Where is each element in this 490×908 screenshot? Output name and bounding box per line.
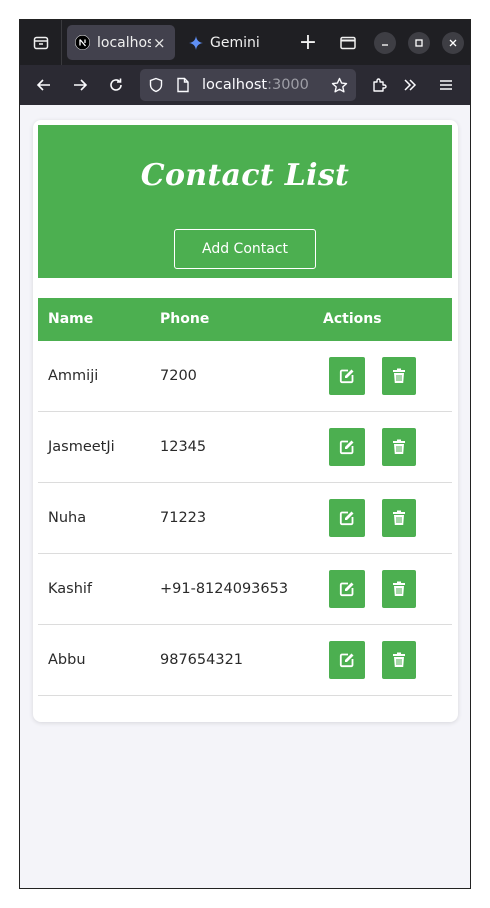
back-button[interactable] bbox=[29, 65, 59, 105]
contact-phone: 71223 bbox=[160, 510, 207, 526]
gemini-favicon-icon bbox=[189, 35, 203, 50]
contact-name: Ammiji bbox=[48, 368, 99, 384]
delete-contact-button[interactable] bbox=[382, 428, 416, 466]
contact-phone: 7200 bbox=[160, 368, 197, 384]
edit-icon bbox=[339, 369, 354, 384]
trash-icon bbox=[393, 510, 405, 525]
edit-contact-button[interactable] bbox=[329, 641, 365, 679]
new-tab-button[interactable]: + bbox=[296, 20, 320, 65]
table-row: Nuha 71223 bbox=[38, 483, 452, 554]
column-header-phone: Phone bbox=[160, 311, 210, 327]
table-row: JasmeetJi 12345 bbox=[38, 412, 452, 483]
contact-phone: 12345 bbox=[160, 439, 207, 455]
edit-contact-button[interactable] bbox=[329, 570, 365, 608]
tab-list-icon bbox=[33, 36, 48, 49]
tab-title: localhost:3000 bbox=[97, 34, 151, 51]
window-icon bbox=[340, 36, 356, 49]
edit-contact-button[interactable] bbox=[329, 428, 365, 466]
trash-icon bbox=[393, 652, 405, 667]
column-header-actions: Actions bbox=[323, 311, 382, 327]
reload-button[interactable] bbox=[101, 65, 131, 105]
tab-list-button[interactable] bbox=[20, 20, 62, 65]
contacts-table: Name Phone Actions Ammiji 7200 JasmeetJi 12… bbox=[38, 298, 452, 696]
page-icon bbox=[177, 77, 189, 93]
page-content: Contact List Add Contact Name Phone Acti… bbox=[20, 105, 470, 888]
close-icon bbox=[449, 39, 457, 46]
edit-icon bbox=[339, 653, 354, 668]
extensions-button[interactable] bbox=[364, 65, 394, 105]
tab-bar: localhost:3000 × Gemini + bbox=[20, 20, 470, 65]
trash-icon bbox=[393, 439, 405, 454]
minimize-button[interactable] bbox=[373, 20, 397, 65]
contact-name: Abbu bbox=[48, 652, 86, 668]
trash-icon bbox=[393, 581, 405, 596]
more-tools-button[interactable] bbox=[395, 65, 425, 105]
tab-close-icon[interactable]: × bbox=[153, 34, 166, 52]
minimize-icon bbox=[382, 43, 388, 46]
edit-icon bbox=[339, 511, 354, 526]
tab-gemini[interactable]: Gemini bbox=[185, 25, 285, 60]
chevrons-right-icon bbox=[404, 79, 417, 91]
table-header: Name Phone Actions bbox=[38, 298, 452, 341]
delete-contact-button[interactable] bbox=[382, 499, 416, 537]
delete-contact-button[interactable] bbox=[382, 357, 416, 395]
tab-localhost[interactable]: localhost:3000 × bbox=[67, 25, 175, 60]
add-contact-button[interactable]: Add Contact bbox=[174, 229, 316, 269]
reload-icon bbox=[110, 78, 122, 91]
maximize-icon bbox=[415, 38, 423, 47]
table-body: Ammiji 7200 JasmeetJi 12345 Nuha 71223 Kashif +… bbox=[38, 341, 452, 696]
forward-arrow-icon bbox=[74, 79, 88, 91]
menu-button[interactable] bbox=[431, 65, 461, 105]
nextjs-favicon-icon bbox=[75, 35, 90, 50]
edit-contact-button[interactable] bbox=[329, 499, 365, 537]
browser-window: localhost:3000 × Gemini + bbox=[19, 19, 471, 889]
close-window-button[interactable] bbox=[441, 20, 465, 65]
table-row: Ammiji 7200 bbox=[38, 341, 452, 412]
bookmark-star-icon[interactable] bbox=[331, 77, 348, 94]
edit-contact-button[interactable] bbox=[329, 357, 365, 395]
tab-title: Gemini bbox=[210, 34, 260, 51]
back-arrow-icon bbox=[36, 79, 50, 91]
contact-header: Contact List Add Contact bbox=[38, 125, 452, 278]
maximize-button[interactable] bbox=[407, 20, 431, 65]
contact-name: JasmeetJi bbox=[48, 439, 115, 455]
delete-contact-button[interactable] bbox=[382, 570, 416, 608]
shield-icon bbox=[149, 77, 163, 93]
trash-icon bbox=[393, 368, 405, 383]
forward-button[interactable] bbox=[65, 65, 95, 105]
puzzle-icon bbox=[372, 77, 387, 92]
contact-phone: +91-8124093653 bbox=[160, 581, 289, 597]
column-header-name: Name bbox=[48, 311, 94, 327]
contact-name: Nuha bbox=[48, 510, 87, 526]
table-row: Kashif +91-8124093653 bbox=[38, 554, 452, 625]
window-list-button[interactable] bbox=[336, 20, 360, 65]
table-row: Abbu 987654321 bbox=[38, 625, 452, 696]
delete-contact-button[interactable] bbox=[382, 641, 416, 679]
contact-name: Kashif bbox=[48, 581, 93, 597]
contact-phone: 987654321 bbox=[160, 652, 244, 668]
url-text: localhost:3000 bbox=[202, 77, 309, 93]
edit-icon bbox=[339, 440, 354, 455]
hamburger-menu-icon bbox=[440, 80, 452, 90]
navigation-bar: localhost:3000 bbox=[20, 65, 470, 105]
page-title: Contact List bbox=[140, 158, 350, 193]
url-bar[interactable]: localhost:3000 bbox=[140, 69, 356, 101]
contact-card: Contact List Add Contact Name Phone Acti… bbox=[33, 120, 458, 722]
edit-icon bbox=[339, 582, 354, 597]
